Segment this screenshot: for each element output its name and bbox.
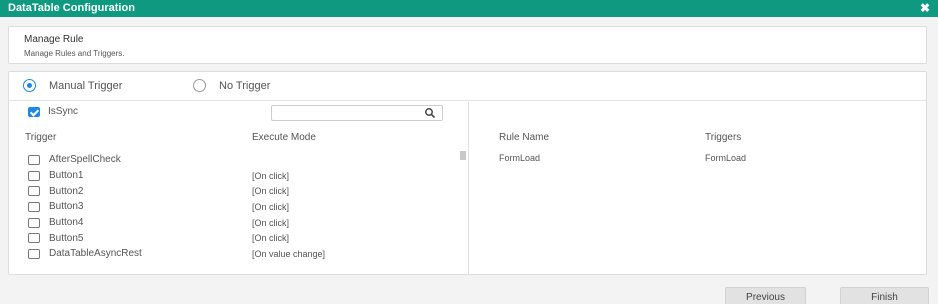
trigger-name: Button4 [49,217,84,229]
triggers-column: IsSync Trigger Execute Mode AfterSpellCh… [9,102,468,274]
trigger-name: Button3 [49,201,84,213]
checkbox-checked[interactable] [28,106,40,117]
trigger-item-button3[interactable]: Button3 [On click] [28,199,458,215]
trigger-column-header: Trigger [25,132,57,143]
checkbox[interactable] [28,186,40,197]
execute-mode: [On click] [252,217,290,228]
execute-mode: [On click] [252,170,290,181]
checkbox[interactable] [28,233,40,244]
close-icon[interactable]: ✖ [920,0,930,16]
rule-triggers-cell: FormLoad [705,153,747,163]
execute-mode: [On click] [252,201,290,212]
trigger-name: AfterSpellCheck [49,154,121,166]
rule-name-column-header: Rule Name [499,132,550,143]
trigger-search [271,105,443,121]
execute-mode-column-header: Execute Mode [252,132,316,143]
trigger-name: Button5 [49,232,84,244]
trigger-list: AfterSpellCheck Button1 [On click] Butto… [28,152,458,262]
rules-column: Rule Name Triggers FormLoad FormLoad [469,102,926,274]
checkbox[interactable] [28,170,40,181]
manage-rule-subheading: Manage Rules and Triggers. [24,49,125,58]
search-input[interactable] [275,107,415,119]
execute-mode: [On click] [252,186,290,197]
rule-name-cell[interactable]: FormLoad [499,153,540,163]
manage-rule-heading: Manage Rule [24,34,84,45]
trigger-name: Button2 [49,185,84,197]
radio-no-trigger[interactable]: No Trigger [193,79,270,92]
trigger-item-button4[interactable]: Button4 [On click] [28,215,458,231]
scrollbar-thumb[interactable] [460,151,466,160]
execute-mode: [On click] [252,233,290,244]
trigger-config-panel: Manual Trigger No Trigger IsSync Trigger… [8,71,927,275]
finish-button[interactable]: Finish [840,287,929,304]
radio-label: No Trigger [219,79,271,92]
trigger-name: Button1 [49,170,84,182]
manage-rule-panel: Manage Rule Manage Rules and Triggers. [8,26,927,64]
previous-button[interactable]: Previous [725,287,806,304]
checkbox[interactable] [28,154,40,165]
trigger-item-button2[interactable]: Button2 [On click] [28,183,458,199]
trigger-item-afterspellcheck[interactable]: AfterSpellCheck [28,152,458,168]
execute-mode: [On value change] [252,248,326,259]
issync-label: IsSync [48,106,79,117]
checkbox[interactable] [28,201,40,212]
triggers-column-header: Triggers [705,132,742,143]
trigger-item-datatableasyncrest[interactable]: DataTableAsyncRest [On value change] [28,246,458,262]
trigger-name: DataTableAsyncRest [49,248,142,260]
radio-button[interactable] [193,79,206,92]
trigger-item-button5[interactable]: Button5 [On click] [28,230,458,246]
trigger-type-group: Manual Trigger No Trigger [9,72,926,101]
search-icon[interactable] [424,107,436,119]
trigger-item-button1[interactable]: Button1 [On click] [28,168,458,184]
checkbox[interactable] [28,248,40,259]
radio-label: Manual Trigger [49,79,123,92]
issync-checkbox[interactable]: IsSync [28,106,78,117]
dialog-header: DataTable Configuration ✖ [0,0,938,17]
radio-button-selected[interactable] [23,79,36,92]
radio-manual-trigger[interactable]: Manual Trigger [23,79,122,92]
checkbox[interactable] [28,217,40,228]
dialog-title: DataTable Configuration [8,2,135,14]
